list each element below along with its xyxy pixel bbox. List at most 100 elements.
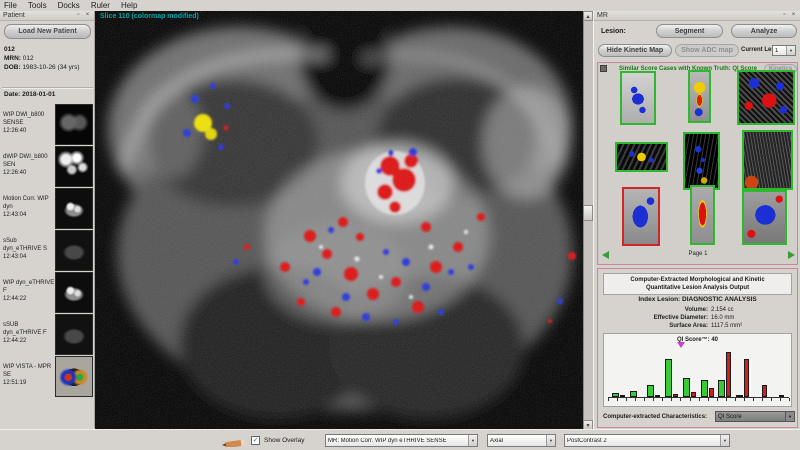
similar-case-thumbnail[interactable] [683, 132, 720, 190]
series-thumbnail[interactable] [55, 146, 93, 187]
similar-case-thumbnail[interactable] [737, 70, 795, 125]
scroll-up-arrow-icon[interactable]: ▲ [583, 11, 593, 21]
menu-item-tools[interactable]: Tools [28, 1, 47, 10]
viewport-scrollbar[interactable]: ▲ ▼ [583, 11, 593, 430]
metric-label: Effective Diameter: [653, 315, 708, 321]
series-time: 12:51:19 [3, 380, 27, 386]
histogram-plot [610, 350, 787, 397]
series-text: sSub dyn_eTHRIVE S 12:43:04 [0, 229, 55, 271]
metric-row: Surface Area: 1117.5 mm² [598, 323, 797, 331]
characteristics-row: Computer-extracted Characteristics: QI S… [603, 411, 795, 422]
phase-select[interactable]: PostContrast 2 ▼ [564, 434, 730, 447]
axis-tick-icon [780, 398, 781, 401]
axis-tick-icon [770, 398, 772, 401]
series-thumbnail[interactable] [55, 356, 93, 397]
index-lesion-label: Index Lesion: DIAGNOSTIC ANALYSIS [638, 296, 757, 303]
close-icon[interactable]: × [790, 12, 797, 19]
series-name: dWIP DWI_b800 SEN [3, 154, 48, 168]
current-lesion-select[interactable]: 1 ▼ [772, 45, 796, 56]
axis-tick-icon [662, 398, 664, 401]
similar-case-thumbnail[interactable] [690, 185, 715, 245]
show-overlay-checkbox[interactable]: ✓ [251, 436, 260, 445]
series-name: WIP VISTA - MPR SE [3, 364, 52, 378]
similar-case-thumbnail[interactable] [688, 70, 711, 123]
similar-case-thumbnail[interactable] [622, 187, 660, 246]
series-list-item[interactable]: Motion Corr. WIP dyn 12:43:04 [0, 187, 95, 229]
series-list-item[interactable]: WIP VISTA - MPR SE 12:51:19 [0, 355, 95, 397]
series-thumbnail[interactable] [55, 272, 93, 313]
series-name: WIP dyn_eTHRIVE F [3, 280, 55, 294]
show-adc-map-button: Show ADC map [675, 44, 739, 57]
series-list-item[interactable]: dWIP DWI_b800 SEN 12:26:40 [0, 145, 95, 187]
mrn-value: 012 [22, 55, 34, 62]
series-thumbnail[interactable] [55, 230, 93, 271]
menu-item-file[interactable]: File [4, 1, 17, 10]
series-list-item[interactable]: WIP DWI_b800 SENSE 12:26:40 [0, 103, 95, 145]
histogram-bar-malignant [726, 352, 732, 397]
mri-viewport[interactable]: Slice 110 (colormap modified) [95, 11, 583, 430]
hide-kinetic-map-button[interactable]: Hide Kinetic Map [598, 44, 672, 57]
metric-value: 16.0 mm [711, 315, 735, 321]
characteristics-select[interactable]: QI Score ▼ [715, 411, 795, 422]
load-new-patient-button[interactable]: Load New Patient [4, 24, 91, 39]
undock-icon[interactable]: ▫ [781, 12, 788, 19]
axis-tick-icon [734, 398, 736, 401]
undock-icon[interactable]: ▫ [75, 12, 82, 19]
series-time: 12:26:40 [3, 170, 27, 176]
menu-item-help[interactable]: Help [121, 1, 137, 10]
series-text: sSUB dyn_eTHRIVE F 12:44:22 [0, 313, 55, 355]
series-thumbnail[interactable] [55, 188, 93, 229]
orientation-select[interactable]: Axial ▼ [487, 434, 556, 447]
qi-score-marker-icon [676, 342, 685, 348]
analyze-button[interactable]: Analyze [731, 24, 797, 38]
chevron-down-icon[interactable]: ▼ [786, 46, 795, 55]
series-thumbnail[interactable] [55, 314, 93, 355]
series-name: WIP DWI_b800 SENSE [3, 112, 45, 126]
series-time: 12:26:40 [3, 128, 27, 134]
chevron-down-icon[interactable]: ▼ [546, 435, 555, 446]
segment-button[interactable]: Segment [656, 24, 723, 38]
axis-tick-icon [725, 398, 727, 401]
chevron-down-icon[interactable]: ▼ [468, 435, 477, 446]
axis-tick-icon [752, 398, 754, 401]
histogram-bar-benign [665, 358, 673, 397]
series-select[interactable]: MR: Motion Corr. WIP dyn eTHRIVE SENSE ▼ [325, 434, 478, 447]
similar-case-thumbnail[interactable] [742, 190, 787, 245]
series-time: 12:44:22 [3, 338, 27, 344]
close-icon[interactable]: × [84, 12, 91, 19]
menu-item-ruler[interactable]: Ruler [91, 1, 110, 10]
similar-case-thumbnail[interactable] [742, 130, 793, 190]
series-list-item[interactable]: sSub dyn_eTHRIVE S 12:43:04 [0, 229, 95, 271]
series-thumbnail[interactable] [55, 104, 93, 145]
bottom-bar: ✓ Show Overlay MR: Motion Corr. WIP dyn … [0, 429, 800, 450]
series-text: WIP dyn_eTHRIVE F 12:44:22 [0, 271, 55, 313]
axis-tick-icon [626, 398, 628, 401]
axis-tick-icon [716, 398, 718, 401]
axis-tick-icon [761, 398, 763, 401]
axis-tick-icon [789, 398, 790, 401]
page-next-arrow-icon[interactable] [788, 251, 795, 259]
show-overlay-label: Show Overlay [264, 437, 305, 444]
menu-item-docks[interactable]: Docks [58, 1, 80, 10]
scrollbar-thumb[interactable] [583, 205, 593, 221]
divider [2, 87, 93, 89]
pencil-icon[interactable] [222, 438, 246, 447]
patient-panel: Patient ▫ × Load New Patient 012 MRN: 01… [0, 11, 95, 428]
similar-case-thumbnail[interactable] [620, 71, 656, 125]
series-name: sSub dyn_eTHRIVE S [3, 238, 48, 252]
chevron-down-icon[interactable]: ▼ [785, 412, 794, 421]
similar-panel-toggle-icon[interactable] [600, 65, 607, 72]
metric-row: Effective Diameter: 16.0 mm [598, 315, 797, 323]
series-name: sSUB dyn_eTHRIVE F [3, 322, 47, 336]
series-list-item[interactable]: sSUB dyn_eTHRIVE F 12:44:22 [0, 313, 95, 355]
characteristics-label: Computer-extracted Characteristics: [603, 413, 708, 420]
analysis-panel: Computer-Extracted Morphological and Kin… [597, 268, 798, 428]
series-time: 12:43:04 [3, 254, 27, 260]
patient-id: 012 [4, 46, 15, 53]
page-previous-arrow-icon[interactable] [602, 251, 609, 259]
chevron-down-icon[interactable]: ▼ [720, 435, 729, 446]
similar-case-thumbnail[interactable] [615, 142, 668, 172]
series-list-item[interactable]: WIP dyn_eTHRIVE F 12:44:22 [0, 271, 95, 313]
study-date: Date: 2018-01-01 [4, 91, 56, 98]
series-name: Motion Corr. WIP dyn [3, 196, 49, 210]
